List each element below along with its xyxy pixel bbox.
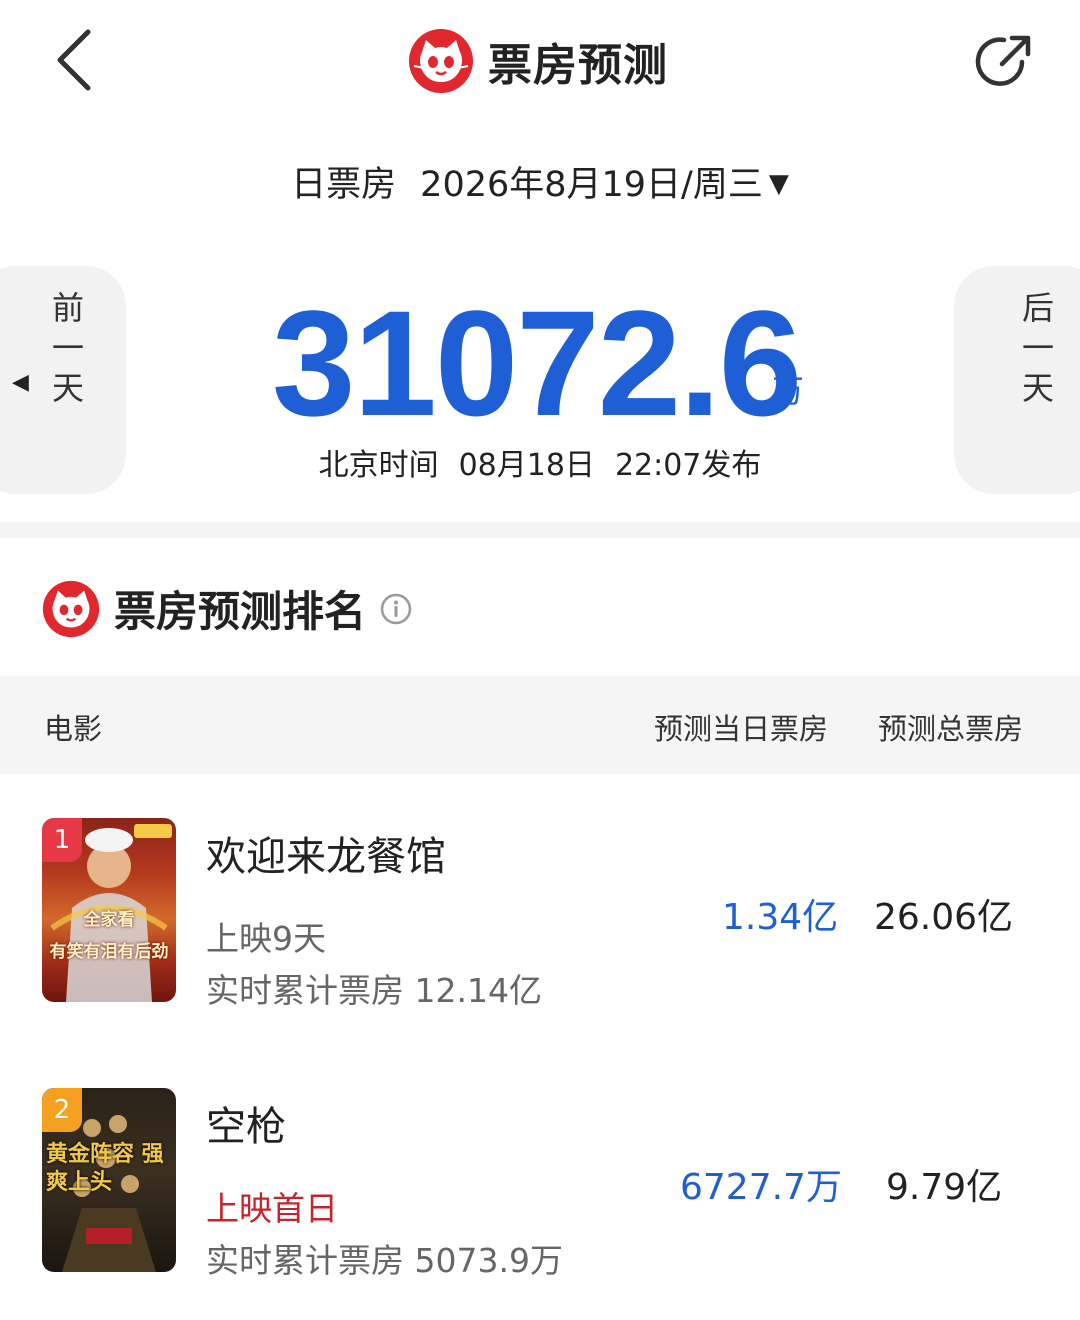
next-day-label: 后 一 天 xyxy=(1021,289,1054,407)
top-bar: 票房预测 xyxy=(0,0,1080,120)
poster-tagline: 全家看 有笑有泪有后劲 xyxy=(49,910,169,962)
date-selector[interactable]: 日票房 2026年8月19日/周三 ▼ xyxy=(0,156,1080,207)
ranking-title: 票房预测排名 xyxy=(114,587,367,636)
release-days: 上映首日 xyxy=(206,1189,338,1228)
release-days: 上映9天 xyxy=(206,919,326,958)
table-header: 电影 预测当日票房 预测总票房 xyxy=(0,676,1080,774)
cumulative-box-office: 实时累计票房 5073.9万 xyxy=(206,1241,563,1280)
column-day-forecast[interactable]: 预测当日票房 xyxy=(654,706,828,748)
total-forecast-value: 9.79亿 xyxy=(886,1167,1003,1208)
share-button[interactable] xyxy=(972,30,1036,94)
total-box-office-value: 31072.6 xyxy=(272,279,802,447)
column-movie: 电影 xyxy=(44,712,103,746)
rank-badge: 1 xyxy=(42,818,82,862)
arrow-left-icon: ◀ xyxy=(12,370,29,395)
date-type-label: 日票房 xyxy=(291,165,397,205)
total-box-office-unit: 万 xyxy=(772,372,805,410)
cumulative-box-office: 实时累计票房 12.14亿 xyxy=(206,971,542,1010)
ranking-header: 票房预测排名 xyxy=(42,578,412,639)
maoyan-cat-icon xyxy=(409,29,473,93)
page-title-group: 票房预测 xyxy=(408,28,668,94)
total-forecast-value: 26.06亿 xyxy=(874,897,1014,938)
day-forecast-value: 6727.7万 xyxy=(680,1167,842,1208)
table-row[interactable]: 黄金阵容 强爽上头 2 空枪 上映首日 实时累计票房 5073.9万 6727.… xyxy=(0,1088,1080,1288)
rank-badge: 2 xyxy=(42,1088,82,1132)
movie-title[interactable]: 空枪 xyxy=(206,1094,286,1152)
publish-time: 北京时间 08月18日 22:07发布 xyxy=(318,448,762,483)
movie-poster[interactable]: 黄金阵容 强爽上头 2 xyxy=(42,1088,176,1272)
table-row[interactable]: 全家看 有笑有泪有后劲 1 欢迎来龙餐馆 上映9天 实时累计票房 12.14亿 … xyxy=(0,818,1080,1018)
chevron-left-icon xyxy=(57,29,91,91)
section-divider xyxy=(0,522,1080,538)
day-forecast-value: 1.34亿 xyxy=(722,897,839,938)
share-arrow-icon xyxy=(975,35,1031,86)
info-circle-icon[interactable] xyxy=(380,593,412,625)
prev-day-label: 前 一 天 xyxy=(51,289,84,407)
dropdown-caret-icon: ▼ xyxy=(768,169,789,199)
poster-tagline: 黄金阵容 强爽上头 xyxy=(46,1141,164,1195)
maoyan-cat-icon xyxy=(42,580,100,637)
selected-date: 2026年8月19日/周三 xyxy=(420,165,763,205)
movie-poster[interactable]: 全家看 有笑有泪有后劲 1 xyxy=(42,818,176,1002)
movie-title[interactable]: 欢迎来龙餐馆 xyxy=(206,824,446,882)
column-total-forecast[interactable]: 预测总票房 xyxy=(878,706,1023,748)
back-button[interactable] xyxy=(48,24,104,96)
page-title: 票房预测 xyxy=(488,40,668,91)
